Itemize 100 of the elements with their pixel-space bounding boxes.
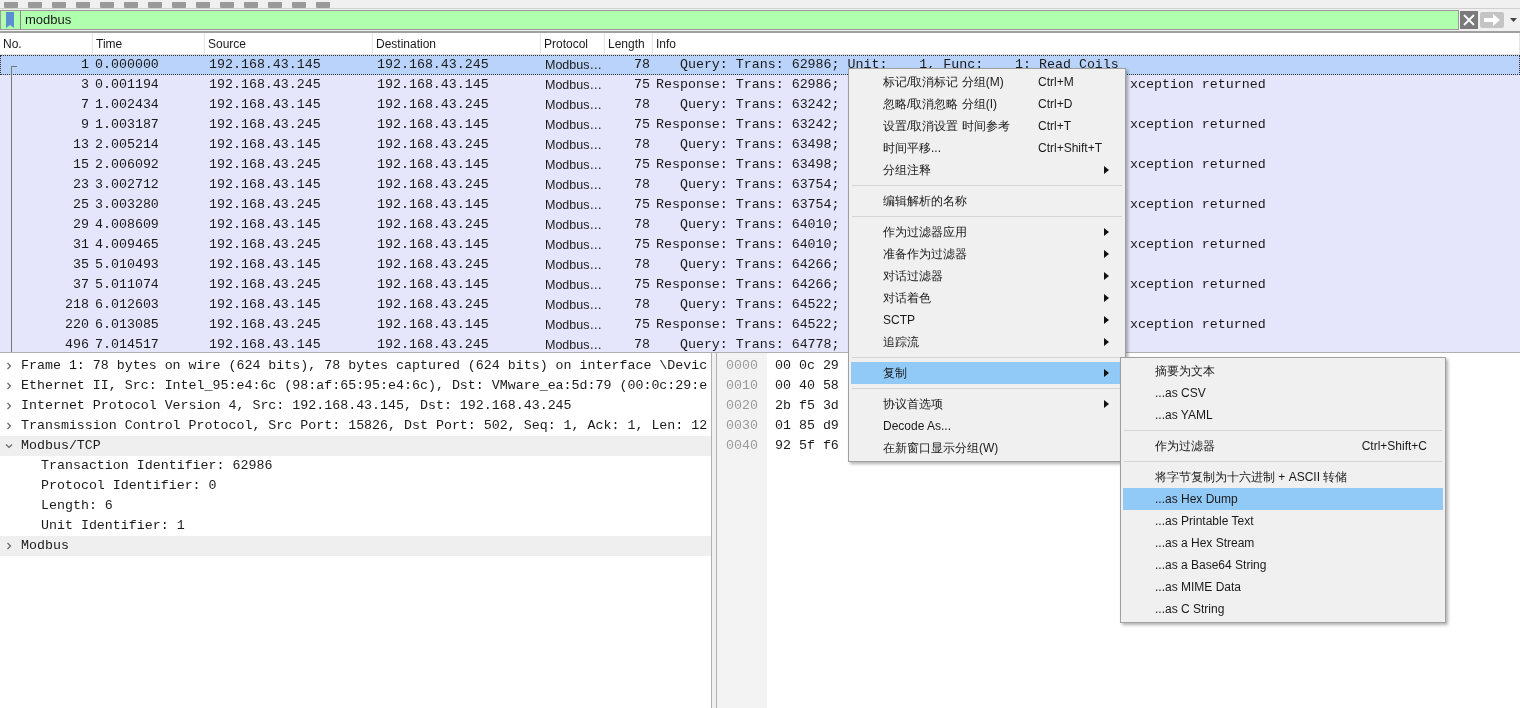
table-cell-text: Query: Trans: 63242;: [678, 97, 840, 113]
table-cell: 192.168.43.245: [209, 117, 321, 133]
table-cell: 218: [65, 297, 89, 313]
table-cell: 13: [73, 137, 89, 153]
table-cell: 78: [634, 57, 650, 73]
table-cell: 1.002434: [95, 97, 159, 113]
table-cell: 75: [634, 77, 650, 93]
hex-offset: 0020: [726, 397, 758, 416]
table-cell: Response: Trans: 64010;: [656, 237, 840, 253]
table-cell: 78: [634, 257, 650, 273]
table-cell: Modbus…: [545, 117, 602, 132]
table-cell: Response: Trans: 64266;: [656, 277, 840, 293]
table-cell: xception returned: [1130, 157, 1266, 173]
table-cell: 192.168.43.245: [377, 177, 489, 193]
table-cell: 192.168.43.245: [209, 157, 321, 173]
table-cell: 0.001194: [95, 77, 159, 93]
table-cell: 5.010493: [95, 257, 159, 273]
hex-offset: 0040: [726, 437, 758, 456]
table-cell: 15: [73, 157, 89, 173]
table-cell: 6.012603: [95, 297, 159, 313]
table-cell: 1: [81, 57, 89, 73]
table-cell: 192.168.43.145: [377, 157, 489, 173]
table-cell: 75: [634, 157, 650, 173]
table-cell: 192.168.43.245: [377, 297, 489, 313]
table-cell: 192.168.43.145: [209, 257, 321, 273]
table-cell: xception returned: [1130, 237, 1266, 253]
table-cell: Modbus…: [545, 77, 602, 92]
table-cell: 192.168.43.145: [209, 97, 321, 113]
table-cell: Response: Trans: 63498;: [656, 157, 840, 173]
table-cell: Response: Trans: 63754;: [656, 197, 840, 213]
table-cell: xception returned: [1130, 277, 1266, 293]
table-cell: Modbus…: [545, 157, 602, 172]
table-cell: Modbus…: [545, 217, 602, 232]
table-cell: 192.168.43.245: [377, 337, 489, 352]
table-cell: Modbus…: [545, 197, 602, 212]
table-cell: 25: [73, 197, 89, 213]
table-cell: 6.013085: [95, 317, 159, 333]
table-cell: 3.002712: [95, 177, 159, 193]
table-cell-text: Query: Trans: 64266;: [678, 257, 840, 273]
table-cell: 2.005214: [95, 137, 159, 153]
table-cell: Modbus…: [545, 317, 602, 332]
table-cell: 75: [634, 277, 650, 293]
table-cell: 192.168.43.145: [209, 177, 321, 193]
table-cell: Modbus…: [545, 177, 602, 192]
table-cell: xception returned: [1130, 77, 1266, 93]
table-cell: 192.168.43.245: [377, 217, 489, 233]
table-cell: 0.000000: [95, 57, 159, 73]
table-cell: 31: [73, 237, 89, 253]
table-cell: Modbus…: [545, 257, 602, 272]
table-cell: 496: [65, 337, 89, 352]
table-cell: 192.168.43.145: [377, 77, 489, 93]
table-cell: xception returned: [1130, 197, 1266, 213]
table-cell: Modbus…: [545, 277, 602, 292]
table-cell: Modbus…: [545, 137, 602, 152]
table-cell: 192.168.43.145: [377, 197, 489, 213]
hex-bytes: 00 40 58: [775, 377, 839, 396]
table-cell: 4.009465: [95, 237, 159, 253]
table-cell: 192.168.43.145: [209, 297, 321, 313]
table-cell-text: Query: Trans: 64522;: [678, 297, 840, 313]
table-cell: 35: [73, 257, 89, 273]
table-cell: xception returned: [1130, 317, 1266, 333]
hex-offset: 0030: [726, 417, 758, 436]
table-cell: 192.168.43.145: [377, 117, 489, 133]
table-cell: 192.168.43.245: [377, 137, 489, 153]
table-cell: 192.168.43.245: [209, 197, 321, 213]
hex-bytes: 92 5f f6: [775, 437, 839, 456]
table-cell: 75: [634, 117, 650, 133]
table-cell: Modbus…: [545, 57, 602, 72]
table-cell: xception returned: [1130, 117, 1266, 133]
table-cell: 5.011074: [95, 277, 159, 293]
table-cell: 37: [73, 277, 89, 293]
table-cell: 192.168.43.245: [209, 237, 321, 253]
table-cell: 192.168.43.145: [377, 237, 489, 253]
table-cell: Response: Trans: 64522;: [656, 317, 840, 333]
table-cell: 7.014517: [95, 337, 159, 352]
table-cell: 78: [634, 97, 650, 113]
table-cell: 75: [634, 237, 650, 253]
table-cell: 3: [81, 77, 89, 93]
table-cell-text: Query: Trans: 64010;: [678, 217, 840, 233]
table-cell: 1.003187: [95, 117, 159, 133]
table-cell: 192.168.43.145: [377, 317, 489, 333]
table-cell: 192.168.43.145: [377, 277, 489, 293]
table-cell: 220: [65, 317, 89, 333]
table-cell: 23: [73, 177, 89, 193]
hex-offset: 0000: [726, 357, 758, 376]
hex-offset: 0010: [726, 377, 758, 396]
table-cell: 7: [81, 97, 89, 113]
table-cell: 4.008609: [95, 217, 159, 233]
table-cell: 192.168.43.245: [377, 97, 489, 113]
table-cell: 78: [634, 217, 650, 233]
table-cell: 192.168.43.145: [209, 337, 321, 352]
table-cell: 2.006092: [95, 157, 159, 173]
table-cell: Response: Trans: 63242;: [656, 117, 840, 133]
table-cell: 3.003280: [95, 197, 159, 213]
table-cell: Modbus…: [545, 297, 602, 312]
table-cell: 192.168.43.145: [209, 137, 321, 153]
table-cell: 192.168.43.245: [377, 257, 489, 273]
table-cell: 192.168.43.245: [209, 277, 321, 293]
table-cell-text: Query: Trans: 64778;: [678, 337, 840, 352]
filter-text: modbus: [25, 11, 72, 30]
